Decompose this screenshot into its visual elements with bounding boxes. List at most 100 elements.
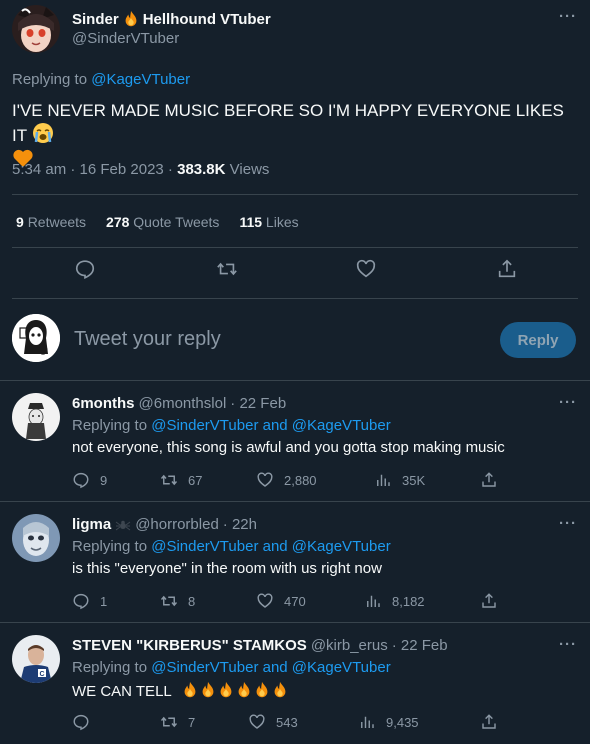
views-count: 35K	[402, 472, 426, 488]
reply-text: not everyone, this song is awful and you…	[72, 439, 505, 456]
retweet-count: 8	[188, 593, 196, 609]
views-count: 383.8K	[177, 161, 226, 178]
author-display-name: Sinder	[72, 10, 119, 28]
reply-count: 1	[100, 593, 108, 609]
views-icon	[361, 716, 374, 728]
reply-author-name[interactable]: ligma	[72, 516, 111, 533]
reply-date[interactable]: · 22 Feb	[392, 637, 448, 654]
replying-to-label: Replying to	[72, 659, 148, 676]
reply-action[interactable]	[72, 713, 100, 731]
reply-icon[interactable]	[74, 258, 96, 280]
like-icon	[257, 593, 273, 608]
quotes-stat[interactable]: 278 Quote Tweets	[106, 214, 219, 230]
reply-text: WE CAN TELL	[72, 681, 295, 703]
like-count: 470	[284, 593, 306, 609]
spider-emoji-icon	[115, 517, 131, 533]
tweet-body: I'VE NEVER MADE MUSIC BEFORE SO I'M HAPP…	[12, 101, 564, 145]
retweet-icon	[160, 716, 178, 728]
reply-action[interactable]: 9	[72, 471, 107, 489]
views-icon	[377, 474, 390, 486]
user-avatar[interactable]	[12, 314, 60, 362]
tweet-meta: 5:34 am · 16 Feb 2023 · 383.8K Views	[12, 161, 269, 178]
engagement-stats: 9 Retweets 278 Quote Tweets 115 Likes	[16, 214, 299, 230]
reply-text-body: WE CAN TELL	[72, 683, 172, 700]
replying-to: Replying to @KageVTuber	[12, 71, 190, 88]
reply-author-name[interactable]: 6months	[72, 395, 135, 412]
fire-emoji-icon	[122, 10, 140, 28]
share-action[interactable]	[480, 713, 498, 731]
reply-author-handle[interactable]: @horrorbled	[135, 516, 219, 533]
share-action[interactable]	[480, 471, 498, 489]
author-avatar[interactable]	[12, 5, 60, 53]
retweet-action[interactable]: 7	[160, 713, 195, 731]
fire-emoji-icon	[175, 681, 295, 703]
replying-to: Replying to @SinderVTuber and @KageVTube…	[72, 659, 391, 676]
like-action[interactable]: 470	[256, 592, 306, 610]
reply-icon	[73, 593, 89, 610]
reply-author-handle[interactable]: @kirb_erus	[311, 637, 388, 654]
views-label: Views	[229, 161, 270, 178]
tweet-time[interactable]: 5:34 am · 16 Feb 2023 ·	[12, 161, 173, 178]
replying-to: Replying to @SinderVTuber and @KageVTube…	[72, 417, 391, 434]
likes-stat[interactable]: 115 Likes	[239, 214, 298, 230]
replying-to-label: Replying to	[12, 71, 88, 88]
reply-input[interactable]: Tweet your reply	[74, 328, 221, 351]
replying-to-link[interactable]: @SinderVTuber and @KageVTuber	[151, 417, 390, 434]
reply-tweet[interactable]: C STEVEN "KIRBERUS" STAMKOS @kirb_erus ·…	[0, 623, 590, 743]
views-action[interactable]: 35K	[374, 471, 425, 489]
views-icon	[367, 595, 380, 607]
views-count: 8,182	[392, 593, 425, 609]
divider	[12, 298, 578, 299]
author-name-suffix: Hellhound VTuber	[142, 10, 271, 28]
reply-header: 6months @6monthslol · 22 Feb	[72, 395, 286, 412]
retweet-icon	[160, 474, 178, 486]
reply-tweet[interactable]: ligma @horrorbled · 22h ··· Replying to …	[0, 502, 590, 622]
share-icon	[482, 593, 496, 608]
reply-date[interactable]: · 22h	[223, 516, 257, 533]
retweet-icon	[160, 595, 178, 607]
reply-tweet[interactable]: 6months @6monthslol · 22 Feb ··· Replyin…	[0, 381, 590, 501]
reply-button[interactable]: Reply	[500, 322, 576, 358]
more-options-icon[interactable]: ···	[559, 515, 577, 532]
replying-to-link[interactable]: @KageVTuber	[91, 71, 190, 88]
more-options-icon[interactable]: ···	[559, 8, 577, 25]
like-action[interactable]: 2,880	[256, 471, 317, 489]
reply-count: 9	[100, 472, 108, 488]
reply-avatar[interactable]	[12, 514, 60, 562]
like-icon[interactable]	[355, 258, 377, 280]
reply-action[interactable]: 1	[72, 592, 107, 610]
retweets-stat[interactable]: 9 Retweets	[16, 214, 86, 230]
main-tweet: Sinder Hellhound VTuber @SinderVTuber ··…	[0, 0, 590, 380]
more-options-icon[interactable]: ···	[559, 394, 577, 411]
like-count: 543	[276, 714, 298, 730]
author-handle[interactable]: @SinderVTuber	[72, 30, 179, 47]
reply-actions: 9 67 2,880 35K	[72, 471, 572, 491]
reply-header: STEVEN "KIRBERUS" STAMKOS @kirb_erus · 2…	[72, 637, 448, 654]
retweet-count: 67	[188, 472, 203, 488]
reply-actions: 7 543 9,435	[72, 713, 572, 733]
reply-author-name[interactable]: STEVEN "KIRBERUS" STAMKOS	[72, 637, 307, 654]
like-icon	[249, 714, 265, 729]
crying-face-emoji-icon	[32, 122, 54, 143]
author-name[interactable]: Sinder Hellhound VTuber	[72, 10, 271, 28]
retweet-action[interactable]: 8	[160, 592, 195, 610]
replying-to-label: Replying to	[72, 538, 148, 555]
reply-author-handle[interactable]: @6monthslol	[139, 395, 227, 412]
share-action[interactable]	[480, 592, 498, 610]
views-action[interactable]: 8,182	[364, 592, 425, 610]
views-action[interactable]: 9,435	[358, 713, 419, 731]
like-action[interactable]: 543	[248, 713, 298, 731]
reply-avatar[interactable]	[12, 393, 60, 441]
more-options-icon[interactable]: ···	[559, 636, 577, 653]
reply-date[interactable]: · 22 Feb	[230, 395, 286, 412]
like-icon	[257, 472, 273, 487]
reply-actions: 1 8 470 8,182	[72, 592, 572, 612]
retweet-count: 7	[188, 714, 196, 730]
share-icon[interactable]	[496, 258, 518, 280]
retweet-icon[interactable]	[216, 258, 238, 280]
replying-to-link[interactable]: @SinderVTuber and @KageVTuber	[151, 659, 390, 676]
replying-to-link[interactable]: @SinderVTuber and @KageVTuber	[151, 538, 390, 555]
reply-icon	[73, 472, 89, 489]
reply-avatar[interactable]: C	[12, 635, 60, 683]
retweet-action[interactable]: 67	[160, 471, 202, 489]
